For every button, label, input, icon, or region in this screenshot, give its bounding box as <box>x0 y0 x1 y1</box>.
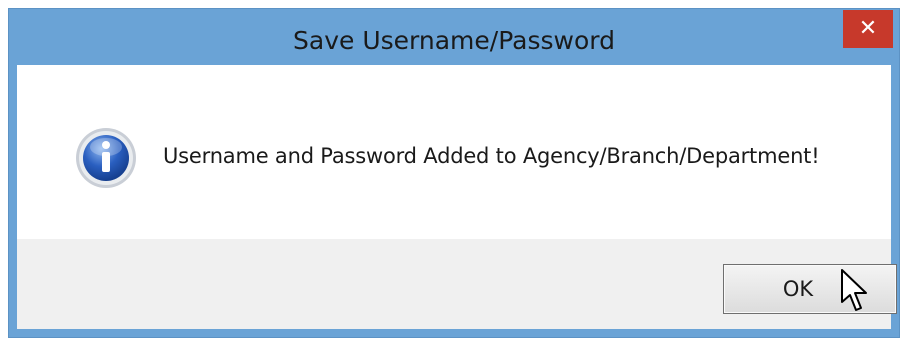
dialog-content: Username and Password Added to Agency/Br… <box>17 65 891 239</box>
title-bar[interactable]: Save Username/Password ✕ <box>9 9 899 65</box>
ok-button-label: OK <box>782 277 814 301</box>
close-icon: ✕ <box>858 16 878 41</box>
mouse-pointer-icon <box>841 269 867 311</box>
dialog-message: Username and Password Added to Agency/Br… <box>163 144 820 168</box>
button-bar: OK <box>17 239 897 329</box>
ok-button[interactable]: OK <box>723 264 897 314</box>
dialog-title: Save Username/Password <box>293 26 615 55</box>
information-icon <box>76 128 136 188</box>
message-dialog: Save Username/Password ✕ Username and Pa… <box>8 8 900 338</box>
close-button[interactable]: ✕ <box>843 10 893 48</box>
